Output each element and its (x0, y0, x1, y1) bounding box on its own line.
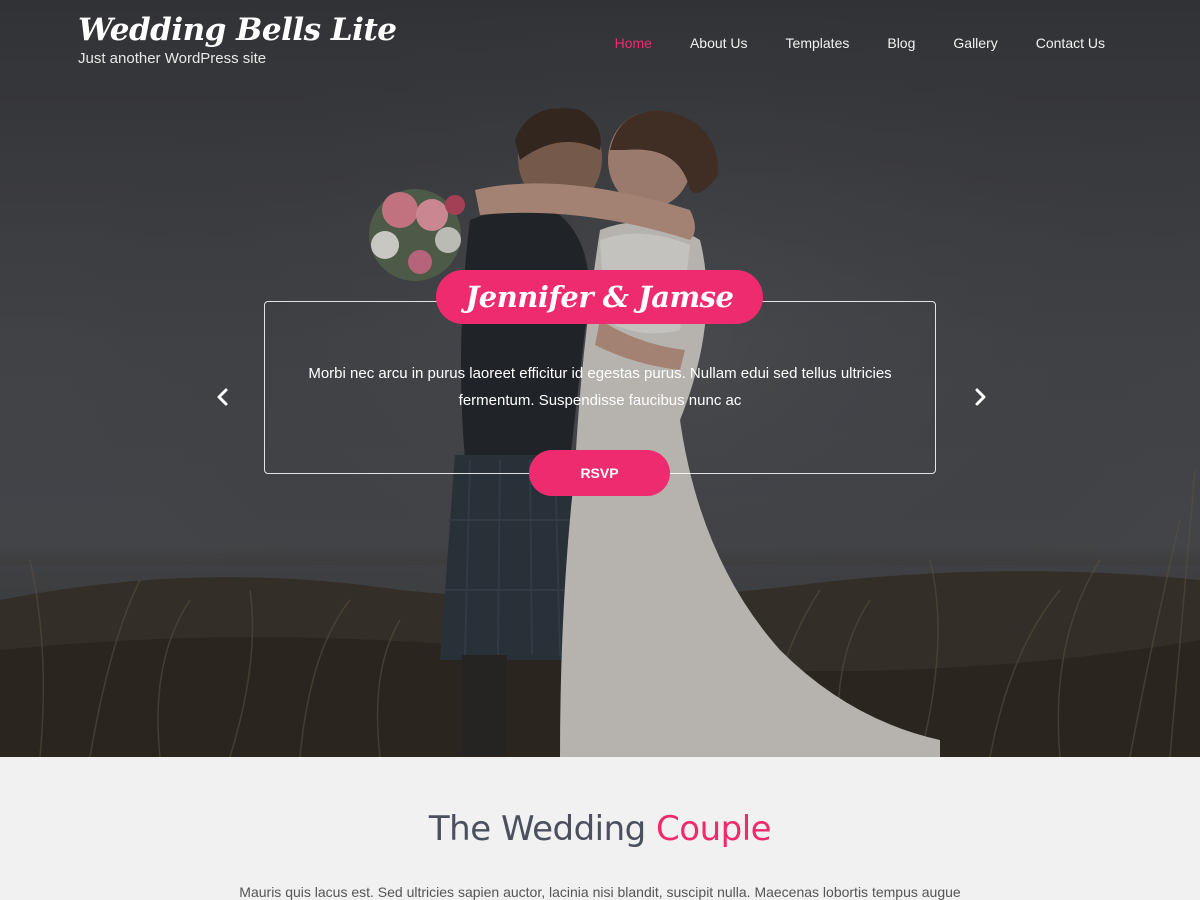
slider-prev-button[interactable] (211, 385, 235, 409)
nav-item-about-us[interactable]: About Us (671, 34, 767, 52)
slide-description: Morbi nec arcu in purus laoreet efficitu… (308, 365, 892, 409)
chevron-right-icon (975, 388, 986, 406)
nav-item-home[interactable]: Home (596, 34, 671, 52)
site-branding: Wedding Bells Lite Just another WordPres… (78, 10, 397, 68)
section-heading-main: The Wedding (428, 809, 657, 849)
hero-slider: Wedding Bells Lite Just another WordPres… (0, 0, 1200, 757)
section-heading-accent: Couple (656, 809, 772, 849)
chevron-left-icon (217, 388, 228, 406)
nav-item-contact-us[interactable]: Contact Us (1017, 34, 1105, 52)
main-navigation: Home About Us Templates Blog Gallery Con… (596, 34, 1105, 52)
section-heading: The Wedding Couple (0, 809, 1200, 849)
site-tagline: Just another WordPress site (78, 50, 267, 67)
nav-item-templates[interactable]: Templates (767, 34, 869, 52)
slide-title: Jennifer & Jamse (436, 270, 763, 324)
rsvp-button[interactable]: RSVP (529, 450, 670, 496)
nav-item-gallery[interactable]: Gallery (934, 34, 1016, 52)
slider-next-button[interactable] (968, 385, 992, 409)
nav-item-blog[interactable]: Blog (868, 34, 934, 52)
wedding-couple-section: The Wedding Couple Mauris quis lacus est… (0, 757, 1200, 900)
site-title[interactable]: Wedding Bells Lite (78, 10, 397, 50)
section-description: Mauris quis lacus est. Sed ultricies sap… (239, 884, 961, 900)
